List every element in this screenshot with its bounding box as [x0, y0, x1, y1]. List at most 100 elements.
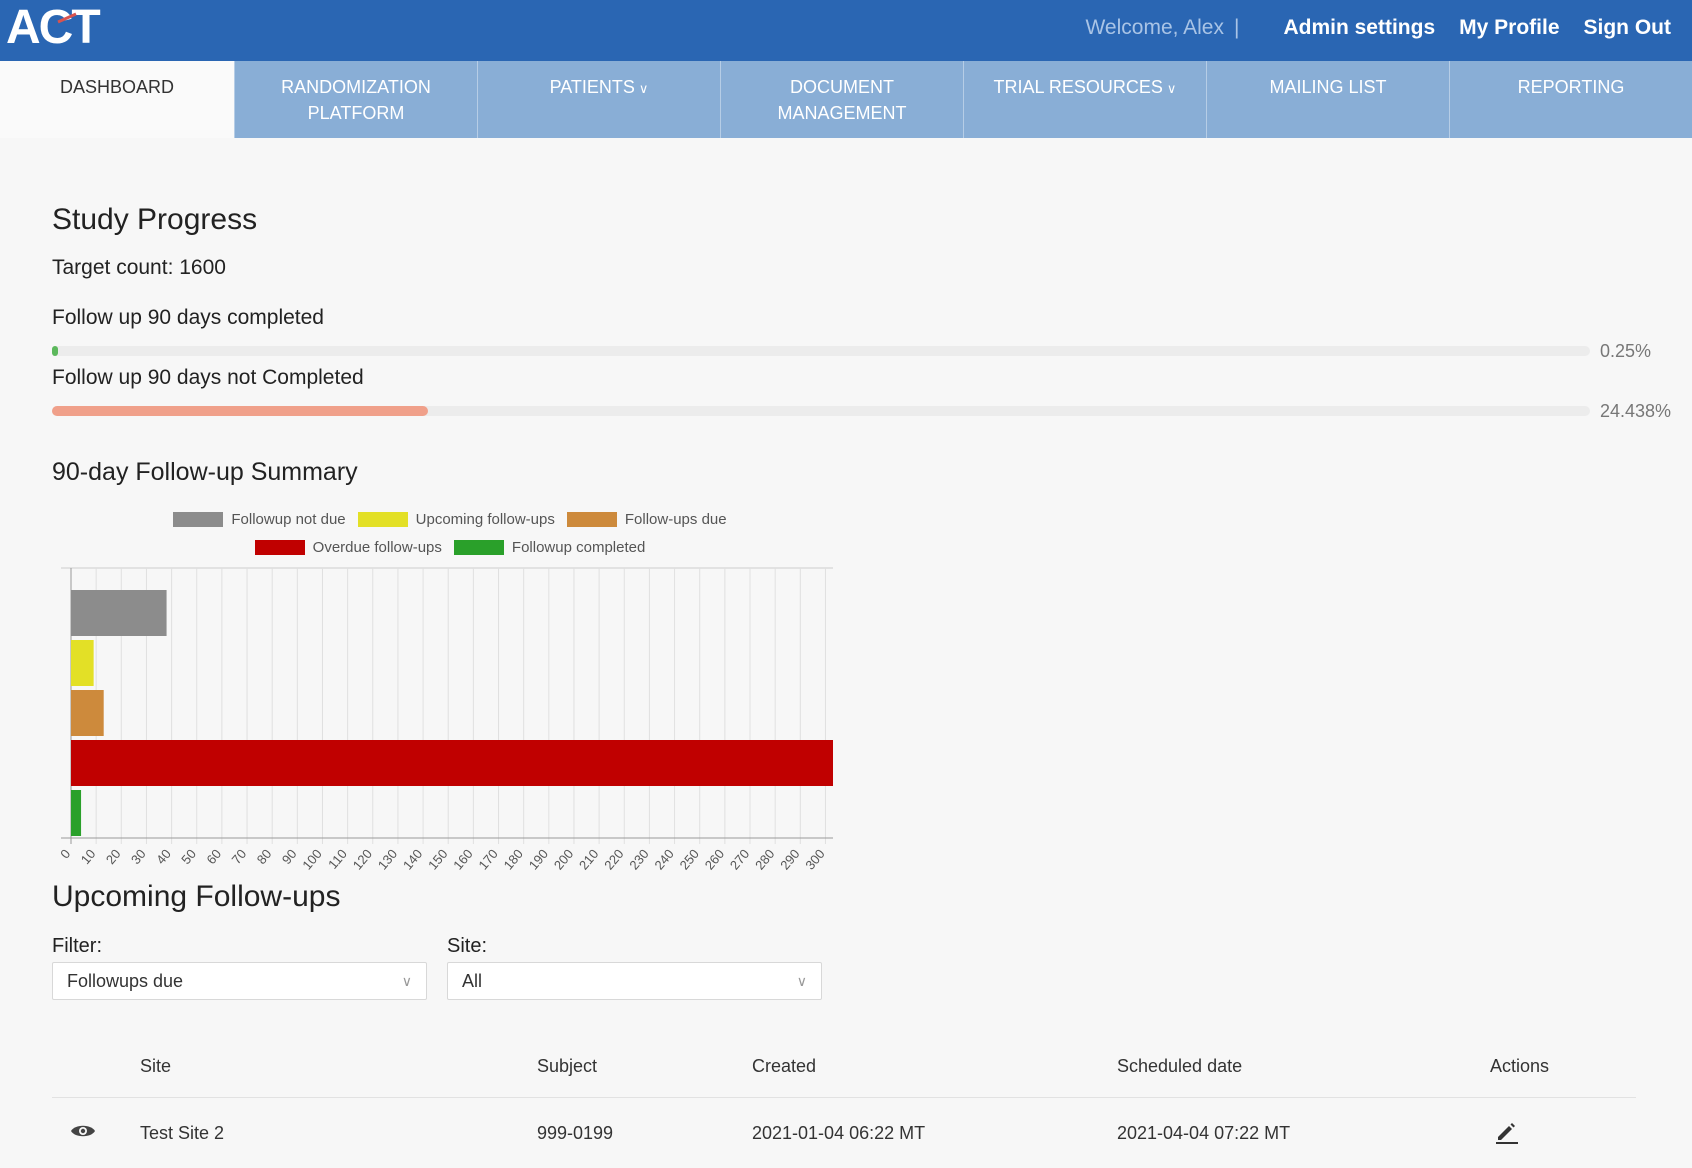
chart-legend: Followup not due Upcoming follow-ups Fol… [140, 505, 760, 561]
legend-swatch [454, 540, 504, 555]
upcoming-title: Upcoming Follow-ups [52, 880, 340, 914]
legend-label: Follow-ups due [625, 511, 727, 528]
sign-out-link[interactable]: Sign Out [1584, 16, 1672, 40]
chevron-down-icon: ∨ [639, 81, 649, 96]
x-tick-label: 130 [375, 846, 400, 872]
x-tick-label: 260 [702, 846, 727, 872]
bar-overdue-follow-ups [71, 740, 833, 786]
legend-label: Followup completed [512, 539, 645, 556]
tab-document-management[interactable]: DOCUMENT MANAGEMENT [721, 61, 964, 138]
x-tick-label: 140 [400, 846, 425, 872]
view-column-header [52, 1035, 139, 1098]
main-navigation: DASHBOARD RANDOMIZATION PLATFORM PATIENT… [0, 61, 1692, 138]
legend-swatch [173, 512, 223, 527]
edit-pencil-icon[interactable] [1494, 1118, 1520, 1144]
table-row: Test Site 2 999-0199 2021-01-04 06:22 MT… [52, 1098, 1636, 1168]
bar-upcoming-follow-ups [71, 640, 94, 686]
x-tick-label: 60 [203, 846, 224, 867]
chevron-down-icon: ∨ [402, 963, 412, 999]
my-profile-link[interactable]: My Profile [1459, 16, 1559, 40]
legend-label: Overdue follow-ups [313, 539, 442, 556]
x-tick-label: 160 [450, 846, 475, 872]
legend-item[interactable]: Followup not due [173, 511, 345, 528]
filter-select-value: Followups due [67, 971, 183, 991]
cell-site: Test Site 2 [139, 1098, 536, 1168]
tab-patients[interactable]: PATIENTS ∨ [478, 61, 721, 138]
legend-swatch [358, 512, 408, 527]
x-tick-label: 200 [551, 846, 576, 872]
cell-subject: 999-0199 [536, 1098, 751, 1168]
bar-followup-completed [71, 790, 81, 836]
eye-icon[interactable] [70, 1123, 96, 1139]
x-tick-label: 290 [777, 846, 802, 872]
legend-item[interactable]: Overdue follow-ups [255, 539, 442, 556]
tab-label: DOCUMENT [721, 74, 963, 100]
column-header-actions: Actions [1489, 1035, 1636, 1098]
site-label: Site: [447, 935, 487, 958]
tab-dashboard[interactable]: DASHBOARD [0, 61, 235, 138]
logo-text: ACT [6, 1, 99, 54]
x-tick-label: 270 [727, 846, 752, 872]
filter-label: Filter: [52, 935, 102, 958]
tab-reporting[interactable]: REPORTING [1450, 61, 1692, 138]
cell-created: 2021-01-04 06:22 MT [751, 1098, 1116, 1168]
x-tick-label: 230 [626, 846, 651, 872]
filter-select[interactable]: Followups due ∨ [52, 962, 427, 1000]
tab-label: TRIAL RESOURCES [994, 77, 1163, 97]
tab-label: RANDOMIZATION [235, 74, 477, 100]
x-tick-label: 10 [78, 846, 99, 867]
admin-settings-link[interactable]: Admin settings [1283, 16, 1435, 40]
site-select[interactable]: All ∨ [447, 962, 822, 1000]
chevron-down-icon: ∨ [1167, 81, 1177, 96]
not-completed-label: Follow up 90 days not Completed [52, 366, 364, 390]
view-cell [52, 1098, 139, 1168]
not-completed-progress-fill [52, 406, 428, 416]
not-completed-percent: 24.438% [1600, 401, 1671, 422]
welcome-text: Welcome, Alex [1085, 16, 1224, 40]
x-tick-label: 70 [229, 846, 250, 867]
legend-item[interactable]: Followup completed [454, 539, 645, 556]
x-tick-label: 280 [752, 846, 777, 872]
legend-swatch [255, 540, 305, 555]
actions-cell [1489, 1098, 1636, 1168]
tab-label: PATIENTS [550, 77, 635, 97]
x-tick-label: 90 [279, 846, 300, 867]
completed-percent: 0.25% [1600, 341, 1651, 362]
column-header-subject[interactable]: Subject [536, 1035, 751, 1098]
x-tick-label: 20 [103, 846, 124, 867]
legend-item[interactable]: Follow-ups due [567, 511, 727, 528]
completed-label: Follow up 90 days completed [52, 306, 324, 330]
x-tick-label: 0 [57, 846, 73, 861]
top-bar: ACT Welcome, Alex | Admin settings My Pr… [0, 0, 1692, 61]
tab-label: DASHBOARD [0, 74, 234, 100]
upcoming-table: Site Subject Created Scheduled date Acti… [52, 1035, 1636, 1168]
tab-trial-resources[interactable]: TRIAL RESOURCES ∨ [964, 61, 1207, 138]
top-navigation: Welcome, Alex | Admin settings My Profil… [1085, 0, 1671, 56]
column-header-created[interactable]: Created [751, 1035, 1116, 1098]
legend-label: Upcoming follow-ups [416, 511, 555, 528]
x-tick-label: 250 [677, 846, 702, 872]
x-tick-label: 110 [325, 846, 350, 872]
x-tick-label: 40 [153, 846, 174, 867]
table-header-row: Site Subject Created Scheduled date Acti… [52, 1035, 1636, 1098]
legend-label: Followup not due [231, 511, 345, 528]
x-tick-label: 50 [178, 846, 199, 867]
column-header-scheduled-date[interactable]: Scheduled date [1116, 1035, 1489, 1098]
chevron-down-icon: ∨ [797, 963, 807, 999]
legend-item[interactable]: Upcoming follow-ups [358, 511, 555, 528]
x-tick-label: 300 [802, 846, 827, 872]
x-tick-label: 100 [299, 846, 324, 872]
site-select-value: All [462, 971, 482, 991]
tab-mailing-list[interactable]: MAILING LIST [1207, 61, 1450, 138]
not-completed-progress-bar [52, 406, 1590, 416]
act-logo[interactable]: ACT [6, 2, 99, 54]
x-tick-label: 180 [501, 846, 526, 872]
completed-progress-bar [52, 346, 1590, 356]
x-tick-label: 80 [254, 846, 275, 867]
column-header-site[interactable]: Site [139, 1035, 536, 1098]
tab-label: REPORTING [1450, 74, 1692, 100]
tab-randomization-platform[interactable]: RANDOMIZATION PLATFORM [235, 61, 478, 138]
bar-followup-not-due [71, 590, 167, 636]
x-tick-label: 30 [128, 846, 149, 867]
followup-bar-chart: 0102030405060708090100110120130140150160… [55, 560, 845, 880]
